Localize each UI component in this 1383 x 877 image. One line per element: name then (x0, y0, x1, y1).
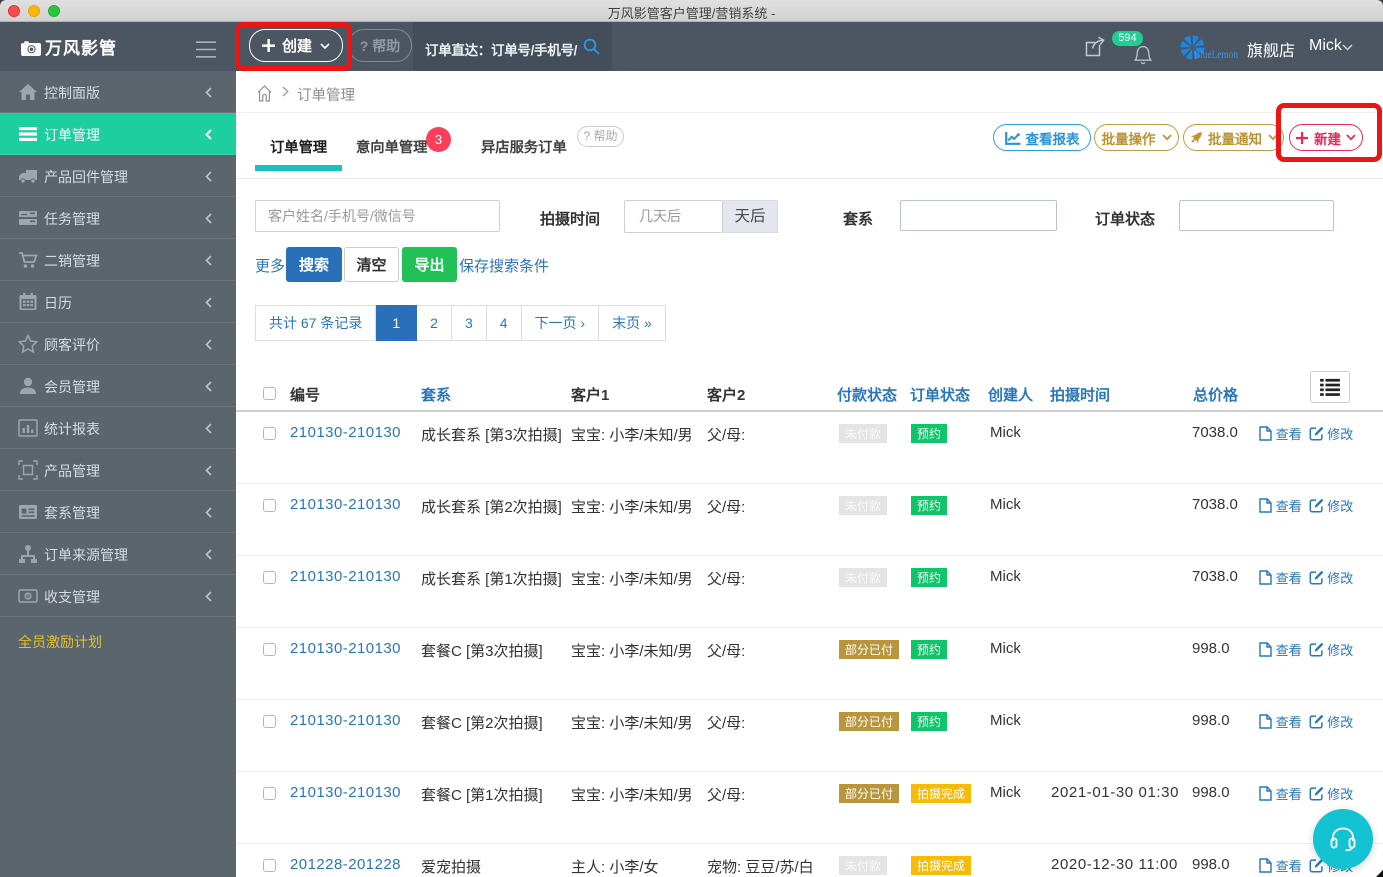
svg-text:$: $ (26, 593, 30, 600)
svg-text:BlueLemon: BlueLemon (1194, 49, 1238, 61)
